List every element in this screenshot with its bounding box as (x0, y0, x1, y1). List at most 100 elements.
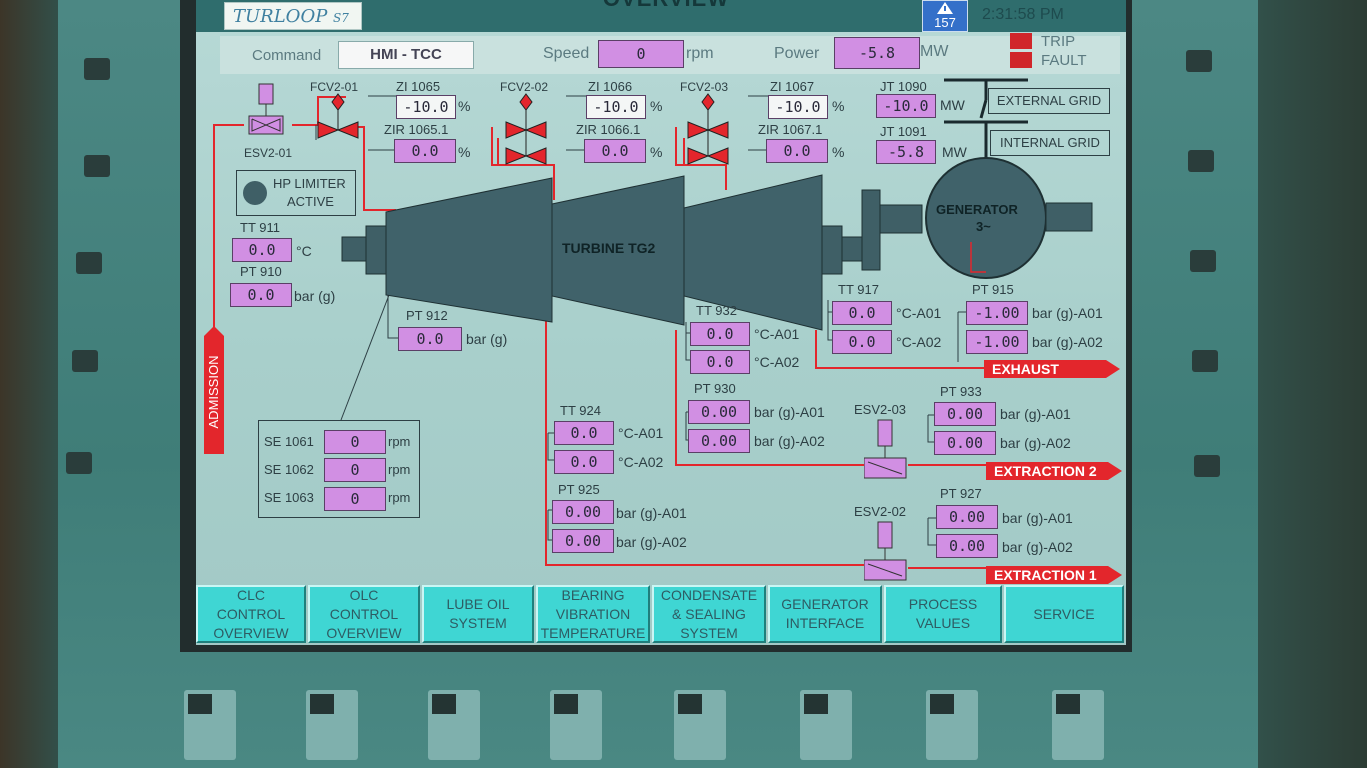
jt1091-value: -5.8 (876, 140, 936, 164)
pt915-value-a01: -1.00 (966, 301, 1028, 325)
esv2-02-label: ESV2-02 (854, 504, 907, 519)
pt927-value-a02: 0.00 (936, 534, 998, 558)
tt917-unit-a01: °C-A01 (896, 305, 942, 321)
fcv2-03-valve-icon[interactable] (684, 92, 732, 168)
nav-olc-control-overview[interactable]: OLC CONTROL OVERVIEW (308, 585, 420, 643)
pt933-unit-a01: bar (g)-A01 (1000, 406, 1071, 422)
pt915-unit-a01: bar (g)-A01 (1032, 305, 1103, 321)
fcv2-01-label: FCV2-01 (310, 80, 359, 94)
tt917-tag: TT 917 (838, 282, 879, 297)
tt917-value-a02: 0.0 (832, 330, 892, 354)
side-key-left-5[interactable] (66, 452, 92, 474)
zi1066-tag: ZI 1066 (588, 79, 633, 94)
pt930-value-a01: 0.00 (688, 400, 750, 424)
pt915-value-a02: -1.00 (966, 330, 1028, 354)
esv2-03-label: ESV2-03 (854, 402, 907, 417)
pt927-value-a01: 0.00 (936, 505, 998, 529)
bottom-key-3[interactable] (428, 690, 480, 760)
admission-label: ADMISSION (206, 355, 221, 429)
pt910-tag: PT 910 (240, 264, 282, 279)
tt924-unit-a02: °C-A02 (618, 454, 664, 470)
extraction-1-arrow: EXTRACTION 1 (986, 566, 1122, 584)
jt1091-tag: JT 1091 (880, 124, 927, 139)
external-grid-box: EXTERNAL GRID (988, 88, 1110, 114)
pt925-tag: PT 925 (558, 482, 600, 497)
zi1066-unit: % (650, 98, 663, 114)
nav-service[interactable]: SERVICE (1004, 585, 1124, 643)
tt932-tag: TT 932 (696, 303, 737, 318)
side-key-right-2[interactable] (1188, 150, 1214, 172)
esv2-03-valve-icon[interactable] (864, 418, 908, 482)
zir1065-tag: ZIR 1065.1 (384, 122, 449, 137)
bottom-key-7[interactable] (926, 690, 978, 760)
tt924-unit-a01: °C-A01 (618, 425, 664, 441)
pt912-value: 0.0 (398, 327, 462, 351)
pt927-unit-a01: bar (g)-A01 (1002, 510, 1073, 526)
pt930-unit-a01: bar (g)-A01 (754, 404, 825, 420)
side-key-left-4[interactable] (72, 350, 98, 372)
zir1066-unit: % (650, 144, 663, 160)
zir1065-unit: % (458, 144, 471, 160)
admission-arrow: ADMISSION (204, 326, 224, 454)
pt933-tag: PT 933 (940, 384, 982, 399)
bottom-key-2[interactable] (306, 690, 358, 760)
se1062-value: 0 (324, 458, 386, 482)
tt924-tag: TT 924 (560, 403, 601, 418)
esv2-02-valve-icon[interactable] (864, 520, 908, 584)
tt917-value-a01: 0.0 (832, 301, 892, 325)
tt924-value-a02: 0.0 (554, 450, 614, 474)
pt912-unit: bar (g) (466, 331, 508, 347)
turbine-label: TURBINE TG2 (562, 240, 656, 256)
nav-bearing-vibration-temperature[interactable]: BEARING VIBRATION TEMPERATURE (536, 585, 650, 643)
zir1066-tag: ZIR 1066.1 (576, 122, 641, 137)
pt933-value-a01: 0.00 (934, 402, 996, 426)
pt930-value-a02: 0.00 (688, 429, 750, 453)
tt932-value-a01: 0.0 (690, 322, 750, 346)
side-key-left-2[interactable] (84, 155, 110, 177)
side-key-right-4[interactable] (1192, 350, 1218, 372)
zi1067-value: -10.0 (768, 95, 828, 119)
zir1066-value: 0.0 (584, 139, 646, 163)
pt933-unit-a02: bar (g)-A02 (1000, 435, 1071, 451)
side-key-right-1[interactable] (1186, 50, 1212, 72)
bottom-key-1[interactable] (184, 690, 236, 760)
nav-lube-oil-system[interactable]: LUBE OIL SYSTEM (422, 585, 534, 643)
hmi-screen: TURLOOP S7 OVERVIEW 157 2:31:58 PM Comma… (196, 0, 1126, 645)
pt933-value-a02: 0.00 (934, 431, 996, 455)
tt932-unit-a01: °C-A01 (754, 326, 800, 342)
bottom-key-5[interactable] (674, 690, 726, 760)
zi1067-unit: % (832, 98, 845, 114)
zir1067-unit: % (832, 144, 845, 160)
bottom-key-6[interactable] (800, 690, 852, 760)
internal-grid-box: INTERNAL GRID (990, 130, 1110, 156)
pt910-value: 0.0 (230, 283, 292, 307)
se1063-unit: rpm (388, 490, 411, 505)
zir1065-value: 0.0 (394, 139, 456, 163)
bottom-key-4[interactable] (550, 690, 602, 760)
pt912-tag: PT 912 (406, 308, 448, 323)
zi1066-value: -10.0 (586, 95, 646, 119)
zi1065-tag: ZI 1065 (396, 79, 441, 94)
se1062-unit: rpm (388, 462, 411, 477)
nav-clc-control-overview[interactable]: CLC CONTROL OVERVIEW (196, 585, 306, 643)
tt917-unit-a02: °C-A02 (896, 334, 942, 350)
pt915-unit-a02: bar (g)-A02 (1032, 334, 1103, 350)
side-key-right-3[interactable] (1190, 250, 1216, 272)
side-key-left-3[interactable] (76, 252, 102, 274)
zi1065-unit: % (458, 98, 471, 114)
nav-condensate-sealing-system[interactable]: CONDENSATE & SEALING SYSTEM (652, 585, 766, 643)
fcv2-02-valve-icon[interactable] (502, 92, 550, 168)
jt1091-unit: MW (942, 144, 967, 160)
esv2-01-valve-icon[interactable] (246, 82, 286, 142)
nav-process-values[interactable]: PROCESS VALUES (884, 585, 1002, 643)
zi1067-tag: ZI 1067 (770, 79, 815, 94)
bottom-key-8[interactable] (1052, 690, 1104, 760)
side-key-left-1[interactable] (84, 58, 110, 80)
pt910-unit: bar (g) (294, 288, 336, 304)
fcv2-01-valve-icon[interactable] (314, 92, 362, 144)
hp-limiter-box: HP LIMITER ACTIVE (236, 170, 356, 216)
side-key-right-5[interactable] (1194, 455, 1220, 477)
nav-generator-interface[interactable]: GENERATOR INTERFACE (768, 585, 882, 643)
pt930-tag: PT 930 (694, 381, 736, 396)
jt1090-unit: MW (940, 97, 965, 113)
